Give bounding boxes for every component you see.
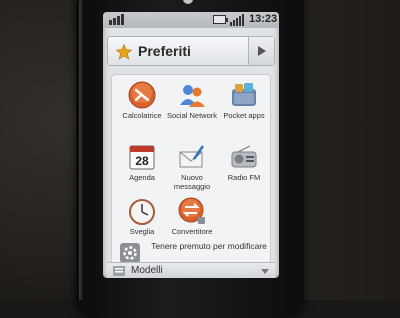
gear-icon xyxy=(120,243,140,263)
next-page-button[interactable] xyxy=(248,37,274,65)
page-title: Preferiti xyxy=(138,43,191,59)
app-label: Radio FM xyxy=(227,173,261,182)
status-bar: 13:23 xyxy=(103,12,279,28)
phone-edge xyxy=(79,0,83,300)
network-icon xyxy=(109,14,124,25)
app-label: Social Network xyxy=(166,111,218,120)
favorites-header[interactable]: Preferiti xyxy=(107,36,275,66)
calculator-icon xyxy=(128,81,156,109)
star-icon xyxy=(116,44,132,60)
app-radio-fm[interactable]: Radio FM xyxy=(216,143,272,199)
alarm-clock-icon xyxy=(129,199,155,225)
app-pocket-apps[interactable]: Pocket apps xyxy=(216,81,272,137)
pocket-apps-icon xyxy=(232,83,256,106)
clock-time: 13:23 xyxy=(249,13,278,25)
app-social-network[interactable]: Social Network xyxy=(164,81,220,137)
phone-screen: 13:23 Preferiti Calcolatrice Social Netw… xyxy=(103,12,279,278)
edit-hint-text: Tenere premuto per modificare xyxy=(151,241,267,251)
templates-icon xyxy=(113,266,125,276)
app-calculator[interactable]: Calcolatrice xyxy=(114,81,170,137)
social-network-icon xyxy=(180,85,205,107)
app-label: Pocket apps xyxy=(223,111,265,120)
desk-background-right xyxy=(290,0,400,300)
signal-icon xyxy=(230,14,244,26)
radio-icon xyxy=(231,145,257,168)
favorites-grid: Calcolatrice Social Network Pocket apps xyxy=(111,74,271,276)
app-label: Convertitore xyxy=(171,227,213,236)
new-message-icon xyxy=(179,145,205,168)
app-new-message[interactable]: Nuovo messaggio xyxy=(164,143,220,199)
app-agenda[interactable]: 28 Agenda xyxy=(114,143,170,199)
calendar-icon: 28 xyxy=(129,145,155,170)
converter-icon xyxy=(178,197,205,224)
app-label: Nuovo messaggio xyxy=(173,173,211,191)
battery-icon xyxy=(213,15,228,24)
app-label: Agenda xyxy=(129,173,155,182)
app-label: Sveglia xyxy=(129,227,155,236)
chevron-down-icon xyxy=(261,269,269,274)
calendar-day: 28 xyxy=(135,154,149,168)
templates-label: Modelli xyxy=(131,265,163,276)
app-label: Calcolatrice xyxy=(122,111,162,120)
templates-bar[interactable]: Modelli xyxy=(107,262,275,278)
